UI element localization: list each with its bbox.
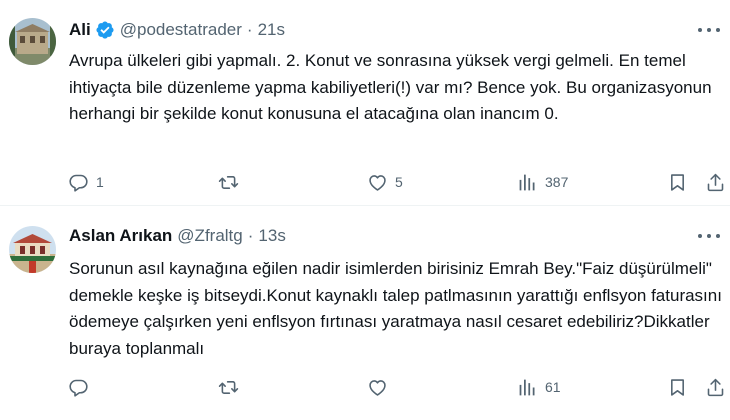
tweet-ali[interactable]: Ali @podestatrader · 21s Avrupa ülkeleri…: [0, 0, 730, 205]
like-icon: [369, 379, 386, 396]
reply-icon: [69, 379, 88, 397]
share-icon: [707, 378, 724, 396]
view-count: 387: [545, 174, 569, 190]
retweet-button[interactable]: [218, 375, 246, 399]
bookmark-button[interactable]: [667, 375, 688, 399]
views-icon: [519, 379, 535, 395]
tweet-text: Sorunun asıl kaynağına eğilen nadir isim…: [69, 259, 722, 358]
tweet-text: Avrupa ülkeleri gibi yapmalı. 2. Konut v…: [69, 51, 712, 123]
author-name[interactable]: Aslan Arıkan: [69, 226, 172, 246]
author-handle[interactable]: @podestatrader: [120, 20, 242, 40]
tweet-actions: 1 5 387: [0, 170, 730, 194]
author-name[interactable]: Ali: [69, 20, 91, 40]
retweet-button[interactable]: [218, 170, 246, 194]
bookmark-button[interactable]: [667, 170, 688, 194]
share-button[interactable]: [705, 375, 726, 399]
views-icon: [519, 174, 535, 190]
reply-count: 1: [96, 174, 104, 190]
reply-button[interactable]: 1: [68, 170, 104, 194]
verified-badge-icon: [96, 21, 114, 39]
avatar[interactable]: [9, 226, 56, 273]
separator-dot: ·: [246, 20, 253, 39]
reply-button[interactable]: [68, 375, 96, 399]
share-icon: [707, 173, 724, 191]
like-button[interactable]: 5: [367, 170, 403, 194]
view-count: 61: [545, 379, 561, 395]
share-button[interactable]: [705, 170, 726, 194]
tweet-actions: 61: [0, 375, 730, 399]
bookmark-icon: [671, 173, 684, 191]
retweet-icon: [218, 380, 239, 394]
author-handle[interactable]: @Zfraltg: [177, 226, 242, 246]
avatar[interactable]: [9, 18, 56, 65]
views-button[interactable]: 61: [517, 375, 561, 399]
tweet-aslan-arikan[interactable]: Aslan Arıkan @Zfraltg · 13s Sorunun asıl…: [0, 206, 730, 420]
separator-dot: ·: [247, 226, 254, 245]
like-count: 5: [395, 174, 403, 190]
like-icon: [369, 174, 386, 191]
more-icon[interactable]: [698, 23, 720, 37]
timestamp[interactable]: 13s: [258, 226, 285, 246]
bookmark-icon: [671, 378, 684, 396]
like-button[interactable]: [367, 375, 395, 399]
views-button[interactable]: 387: [517, 170, 568, 194]
reply-icon: [69, 174, 88, 192]
more-icon[interactable]: [698, 229, 720, 243]
retweet-icon: [218, 175, 239, 189]
timestamp[interactable]: 21s: [258, 20, 285, 40]
